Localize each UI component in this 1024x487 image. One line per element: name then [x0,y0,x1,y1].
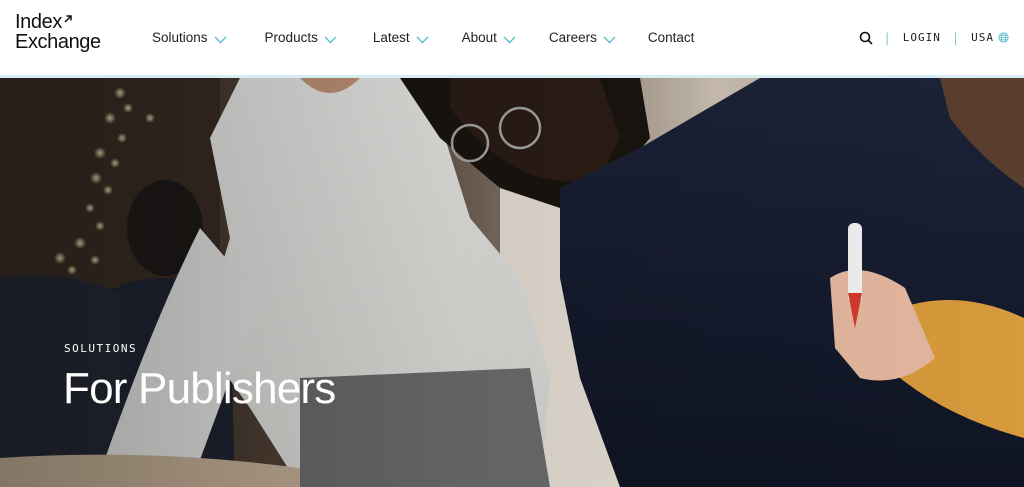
index-exchange-logo[interactable]: Index Exchange [15,11,125,63]
chevron-down-icon [603,36,616,43]
page-title: For Publishers [63,364,336,413]
login-link[interactable]: LOGIN [903,31,941,44]
nav-item-about[interactable]: About [462,30,516,45]
divider: | [883,30,892,45]
nav-item-solutions[interactable]: Solutions [152,30,227,45]
arrow-up-right-icon [64,15,72,23]
nav-label-careers: Careers [548,30,597,45]
chevron-down-icon [503,36,516,43]
hero-eyebrow: SOLUTIONS [64,342,138,355]
nav-item-latest[interactable]: Latest [373,30,429,45]
country-selector[interactable]: USA [971,31,1009,44]
nav-label-contact: Contact [647,30,695,45]
chevron-down-icon [416,36,429,43]
nav-label-latest: Latest [372,30,410,45]
site-header: Index Exchange Solutions Products Latest… [0,0,1024,78]
nav-item-careers[interactable]: Careers [549,30,616,45]
nav-label-solutions: Solutions [152,30,208,45]
country-label: USA [971,31,994,44]
chevron-down-icon [324,36,337,43]
header-utilities: | LOGIN | USA [859,0,1009,75]
main-nav: Solutions Products Latest About Careers … [152,0,694,75]
nav-item-contact[interactable]: Contact [648,30,695,45]
divider: | [951,30,961,45]
hero-overlay [0,78,1024,487]
nav-label-about: About [461,30,497,45]
logo-text-index: Index [15,11,62,33]
logo-line-2: Exchange [15,30,101,53]
logo-line-1: Index [15,11,125,33]
chevron-down-icon [214,36,227,43]
hero-banner: SOLUTIONS For Publishers [0,78,1024,487]
nav-label-products: Products [264,30,318,45]
globe-icon [998,32,1009,43]
search-icon[interactable] [859,31,873,45]
nav-item-products[interactable]: Products [265,30,337,45]
